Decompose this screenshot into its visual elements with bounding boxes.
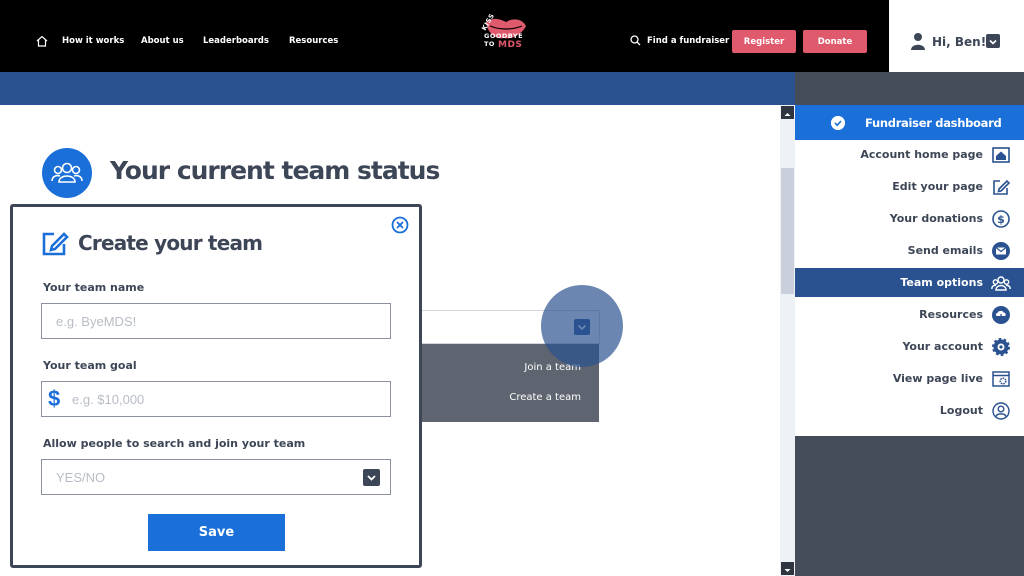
sidebar-footer xyxy=(795,436,1024,576)
register-button[interactable]: Register xyxy=(732,30,796,53)
sidebar-item-account-home[interactable]: Account home page xyxy=(795,140,1024,169)
chevron-down-icon xyxy=(989,39,997,45)
sidebar-header[interactable]: Fundraiser dashboard xyxy=(795,105,1024,140)
home-icon xyxy=(992,147,1010,163)
cloud-download-icon xyxy=(992,306,1010,324)
sidebar-item-view-page-live[interactable]: View page live xyxy=(795,364,1024,393)
user-menu[interactable]: Hi, Ben! xyxy=(889,0,1024,72)
logo-text-mds: MDS xyxy=(498,40,523,50)
sidebar-item-label: Resources xyxy=(919,308,983,321)
svg-text:$: $ xyxy=(997,213,1005,226)
create-team-modal: Create your team Your team name Your tea… xyxy=(10,204,422,568)
email-icon xyxy=(992,242,1010,260)
sidebar-item-team-options[interactable]: Team options xyxy=(795,268,1024,297)
dropdown-option-create-team[interactable]: Create a team xyxy=(509,392,581,403)
user-greeting: Hi, Ben! xyxy=(932,35,987,49)
sidebar-item-label: Logout xyxy=(939,404,983,417)
team-name-input[interactable] xyxy=(56,312,376,330)
gear-icon xyxy=(992,338,1010,356)
chevron-up-icon xyxy=(784,113,791,116)
team-status-badge xyxy=(42,148,92,198)
sidebar-item-label: Account home page xyxy=(860,148,983,161)
home-icon[interactable] xyxy=(36,35,48,47)
dollar-icon: $ xyxy=(992,210,1010,228)
sidebar-item-edit-page[interactable]: Edit your page xyxy=(795,172,1024,201)
nav-link-about-us[interactable]: About us xyxy=(141,36,184,46)
check-circle-icon xyxy=(831,116,845,130)
nav-link-how-it-works[interactable]: How it works xyxy=(62,36,124,46)
chevron-down-icon xyxy=(367,475,376,481)
scroll-up-button[interactable] xyxy=(781,106,794,119)
edit-icon xyxy=(993,179,1011,195)
user-icon xyxy=(911,33,925,50)
sidebar-item-logout[interactable]: Logout xyxy=(795,396,1024,425)
save-button[interactable]: Save xyxy=(148,514,285,551)
user-menu-chevron[interactable] xyxy=(986,34,1000,48)
team-name-label: Your team name xyxy=(43,281,145,294)
close-icon[interactable] xyxy=(391,216,409,234)
logo-text-goodbye: GOODBYE xyxy=(484,32,524,40)
edit-icon xyxy=(42,232,69,256)
nav-link-leaderboards[interactable]: Leaderboards xyxy=(203,36,269,46)
browser-settings-icon xyxy=(992,371,1010,387)
top-navigation: How it works About us Leaderboards Resou… xyxy=(0,0,889,72)
sidebar-item-label: Your account xyxy=(902,340,983,353)
page-title: Your current team status xyxy=(110,156,440,185)
sidebar-item-resources[interactable]: Resources xyxy=(795,300,1024,329)
sidebar-item-label: Edit your page xyxy=(892,180,983,193)
logo[interactable]: KISS GOODBYE TO MDS xyxy=(472,12,534,56)
sidebar-item-your-account[interactable]: Your account xyxy=(795,332,1024,361)
team-goal-input[interactable] xyxy=(72,390,377,408)
chevron-down-icon xyxy=(784,569,791,572)
search-icon xyxy=(630,35,641,46)
team-goal-label: Your team goal xyxy=(43,359,137,372)
logo-text-to: TO xyxy=(484,40,495,48)
team-icon xyxy=(51,162,83,183)
user-logout-icon xyxy=(992,402,1010,420)
search-permission-select[interactable]: YES/NO xyxy=(41,459,391,495)
sidebar-item-label: Send emails xyxy=(907,244,983,257)
sidebar-item-label: Team options xyxy=(900,276,983,289)
search-permission-value: YES/NO xyxy=(56,470,106,485)
team-name-field[interactable] xyxy=(41,303,391,339)
sidebar-item-label: View page live xyxy=(892,372,983,385)
currency-dollar-icon: $ xyxy=(48,386,61,411)
page-root: How it works About us Leaderboards Resou… xyxy=(0,0,1024,576)
donate-button[interactable]: Donate xyxy=(803,30,867,53)
search-permission-chevron[interactable] xyxy=(363,469,380,486)
header-band xyxy=(0,72,795,105)
team-goal-field[interactable]: $ xyxy=(41,381,391,417)
sidebar-header-label: Fundraiser dashboard xyxy=(865,116,1002,130)
sidebar-item-donations[interactable]: Your donations $ xyxy=(795,204,1024,233)
dashboard-sidebar: Fundraiser dashboard Account home page E… xyxy=(795,72,1024,576)
find-fundraiser-link[interactable]: Find a fundraiser xyxy=(630,35,729,46)
search-permission-label: Allow people to search and join your tea… xyxy=(43,437,306,450)
find-fundraiser-label: Find a fundraiser xyxy=(647,35,730,46)
nav-link-resources[interactable]: Resources xyxy=(289,36,338,46)
team-icon xyxy=(991,276,1011,291)
click-highlight xyxy=(541,285,623,367)
sidebar-item-label: Your donations xyxy=(889,212,983,225)
sidebar-item-send-emails[interactable]: Send emails xyxy=(795,236,1024,265)
sidebar-menu: Account home page Edit your page Your do… xyxy=(795,140,1024,436)
modal-title: Create your team xyxy=(78,231,263,255)
scroll-down-button[interactable] xyxy=(781,562,794,575)
scrollbar-thumb[interactable] xyxy=(781,168,794,294)
